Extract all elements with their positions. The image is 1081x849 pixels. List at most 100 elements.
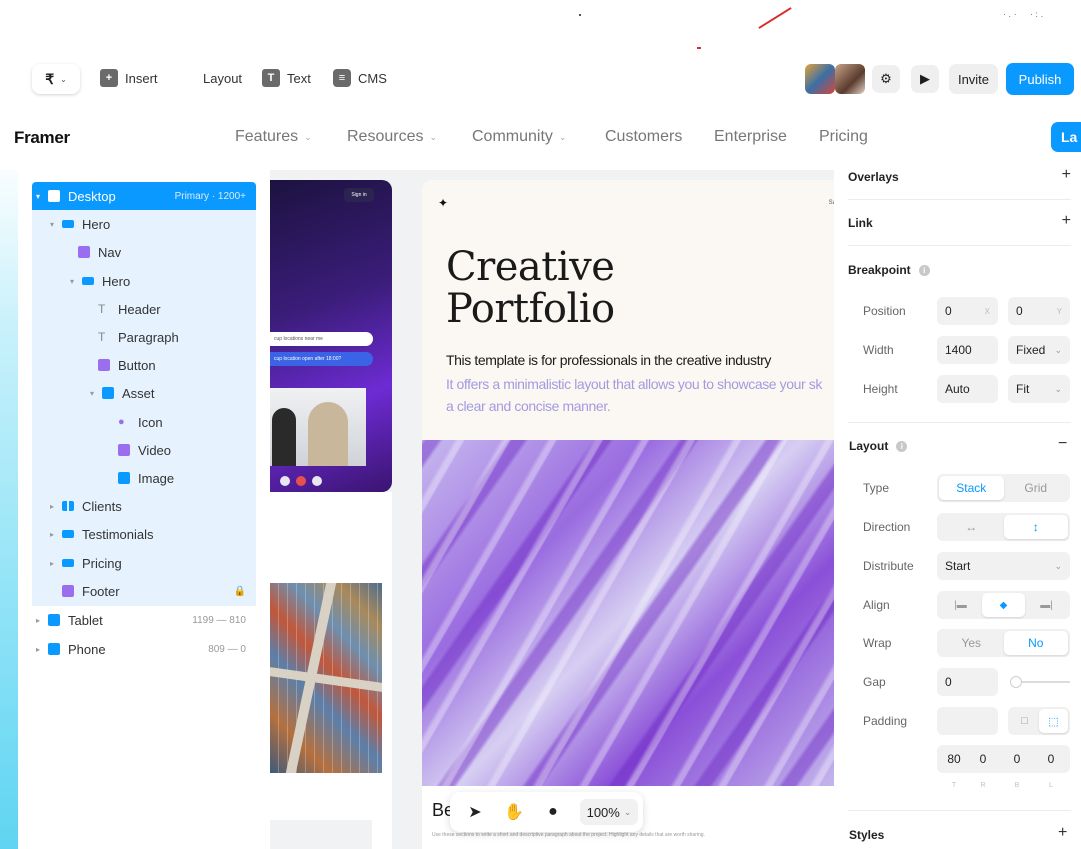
framer-menu-button[interactable]: ₹ ⌄ [32, 64, 80, 94]
position-y-input[interactable]: 0 Y [1008, 297, 1070, 325]
gear-icon: ⚙ [880, 71, 892, 86]
chevron-down-icon: ⌄ [558, 131, 567, 142]
signin-button: Sign in [344, 188, 374, 202]
avatar[interactable] [835, 64, 865, 94]
layer-nav[interactable]: Nav [32, 238, 256, 266]
height-input[interactable]: Auto [937, 375, 998, 403]
layer-label: Asset [122, 385, 155, 401]
comment-tool-button[interactable]: ● [541, 800, 565, 824]
nav-customers[interactable]: Customers [605, 128, 682, 146]
nav-features[interactable]: Features ⌄ [235, 128, 312, 146]
settings-button[interactable]: ⚙ [872, 65, 900, 93]
layer-hero[interactable]: ▾ Hero [32, 210, 256, 238]
nav-community[interactable]: Community ⌄ [472, 128, 566, 146]
preview-button[interactable]: ▶ [911, 65, 939, 93]
align-end-option[interactable]: ▬| [1025, 593, 1068, 617]
padding-side-label: B [1014, 782, 1020, 789]
chevron-down-icon: ⌄ [623, 806, 632, 817]
padding-left-value[interactable]: 0 [1036, 752, 1066, 766]
layer-video[interactable]: Video [32, 436, 256, 464]
zoom-select[interactable]: 100% ⌄ [580, 799, 638, 825]
padding-bottom-value[interactable]: 0 [1002, 752, 1032, 766]
add-link-button[interactable]: + [1062, 212, 1071, 230]
layout-button[interactable]: Layout [178, 69, 242, 87]
distribute-select[interactable]: Start ⌄ [937, 552, 1070, 580]
layer-testimonials[interactable]: ▸ Testimonials [32, 520, 256, 548]
layer-clients[interactable]: ▸ Clients [32, 492, 256, 520]
padding-individual-option[interactable]: ⬚ [1039, 709, 1068, 733]
layer-footer[interactable]: Footer 🔒 [32, 577, 256, 605]
site-logo[interactable]: Framer [14, 128, 70, 148]
cursor-tool-button[interactable]: ➤ [463, 800, 487, 824]
slider-handle[interactable] [1010, 676, 1022, 688]
gap-slider[interactable] [1010, 676, 1070, 688]
sparkle-icon: ✦ [438, 196, 449, 210]
layer-header[interactable]: T Header [32, 295, 256, 323]
width-input[interactable]: 1400 [937, 336, 998, 364]
divider [848, 199, 1071, 200]
layer-phone[interactable]: ▸ Phone 809 — 0 [32, 635, 256, 663]
add-style-button[interactable]: + [1058, 824, 1067, 842]
layer-paragraph[interactable]: T Paragraph [32, 323, 256, 351]
layer-button[interactable]: Button [32, 351, 256, 379]
launch-button[interactable]: La [1051, 122, 1081, 152]
padding-input[interactable] [937, 707, 998, 735]
padding-right-value[interactable]: 0 [968, 752, 998, 766]
layer-asset[interactable]: ▾ Asset [32, 379, 256, 407]
layer-icon[interactable]: ● Icon [32, 408, 256, 436]
position-x-input[interactable]: 0 X [937, 297, 998, 325]
nav-enterprise[interactable]: Enterprise [714, 128, 787, 146]
align-start-option[interactable]: |▬ [939, 593, 982, 617]
caret-down-icon: ▾ [35, 191, 40, 201]
height-mode-select[interactable]: Fit ⌄ [1008, 375, 1070, 403]
layer-label: Header [118, 301, 161, 317]
portfolio-frame[interactable]: ✦ Sa Creative Portfolio This template is… [422, 180, 836, 849]
wrap-yes-option[interactable]: Yes [939, 631, 1004, 655]
padding-uniform-option[interactable]: □ [1010, 709, 1039, 733]
publish-button[interactable]: Publish [1006, 63, 1074, 95]
wrap-no-option[interactable]: No [1003, 631, 1068, 655]
nav-resources[interactable]: Resources ⌄ [347, 128, 437, 146]
layer-tablet[interactable]: ▸ Tablet 1199 — 810 [32, 606, 256, 634]
width-mode-select[interactable]: Fixed ⌄ [1008, 336, 1070, 364]
nav-pricing[interactable]: Pricing [819, 128, 868, 146]
portfolio-hero: ✦ Sa Creative Portfolio This template is… [422, 180, 836, 440]
padding-top-value[interactable]: 80 [939, 752, 969, 766]
text-button[interactable]: T Text [262, 69, 311, 87]
chevron-down-icon: ⌄ [1054, 560, 1062, 571]
insert-button[interactable]: + Insert [100, 69, 158, 87]
layer-image[interactable]: Image [32, 464, 256, 492]
design-canvas[interactable]: Sign in cup locations near me cup locati… [270, 170, 836, 849]
frame-icon [48, 643, 60, 655]
align-center-icon: ◆ [999, 599, 1008, 611]
direction-horizontal-option[interactable]: ↔ [939, 515, 1004, 539]
direction-vertical-option[interactable]: ↕ [1003, 515, 1068, 539]
database-icon: ≡ [333, 69, 351, 87]
avatar[interactable] [805, 64, 835, 94]
layer-label: Image [138, 470, 175, 486]
collapse-layout-button[interactable]: − [1058, 435, 1067, 453]
type-stack-option[interactable]: Stack [939, 476, 1004, 500]
add-overlay-button[interactable]: + [1062, 166, 1071, 184]
type-grid-option[interactable]: Grid [1004, 476, 1069, 500]
frame-icon [48, 614, 60, 626]
chevron-down-icon: ⌄ [1054, 383, 1062, 394]
play-icon: ▶ [920, 71, 930, 86]
gap-input[interactable]: 0 [937, 668, 998, 696]
app-preview-frame[interactable]: Sign in cup locations near me cup locati… [270, 180, 392, 492]
layer-label: Hero [82, 216, 111, 232]
direction-segmented: ↔ ↕ [937, 513, 1070, 541]
cms-button[interactable]: ≡ CMS [333, 69, 387, 87]
layer-pricing[interactable]: ▸ Pricing [32, 549, 256, 577]
aerial-photo [270, 583, 382, 773]
layout-title: Layout i [849, 439, 908, 453]
align-segmented: |▬ ◆ ▬| [937, 591, 1070, 619]
field-value: 1400 [945, 343, 972, 357]
caret-right-icon: ▸ [49, 501, 54, 511]
layer-hero-inner[interactable]: ▾ Hero [32, 267, 256, 295]
caret-right-icon: ▸ [35, 644, 40, 654]
invite-button[interactable]: Invite [949, 64, 998, 94]
hand-tool-button[interactable]: ✋ [502, 800, 526, 824]
layer-desktop[interactable]: ▾ Desktop Primary · 1200+ [32, 182, 256, 210]
align-center-option[interactable]: ◆ [982, 593, 1025, 617]
